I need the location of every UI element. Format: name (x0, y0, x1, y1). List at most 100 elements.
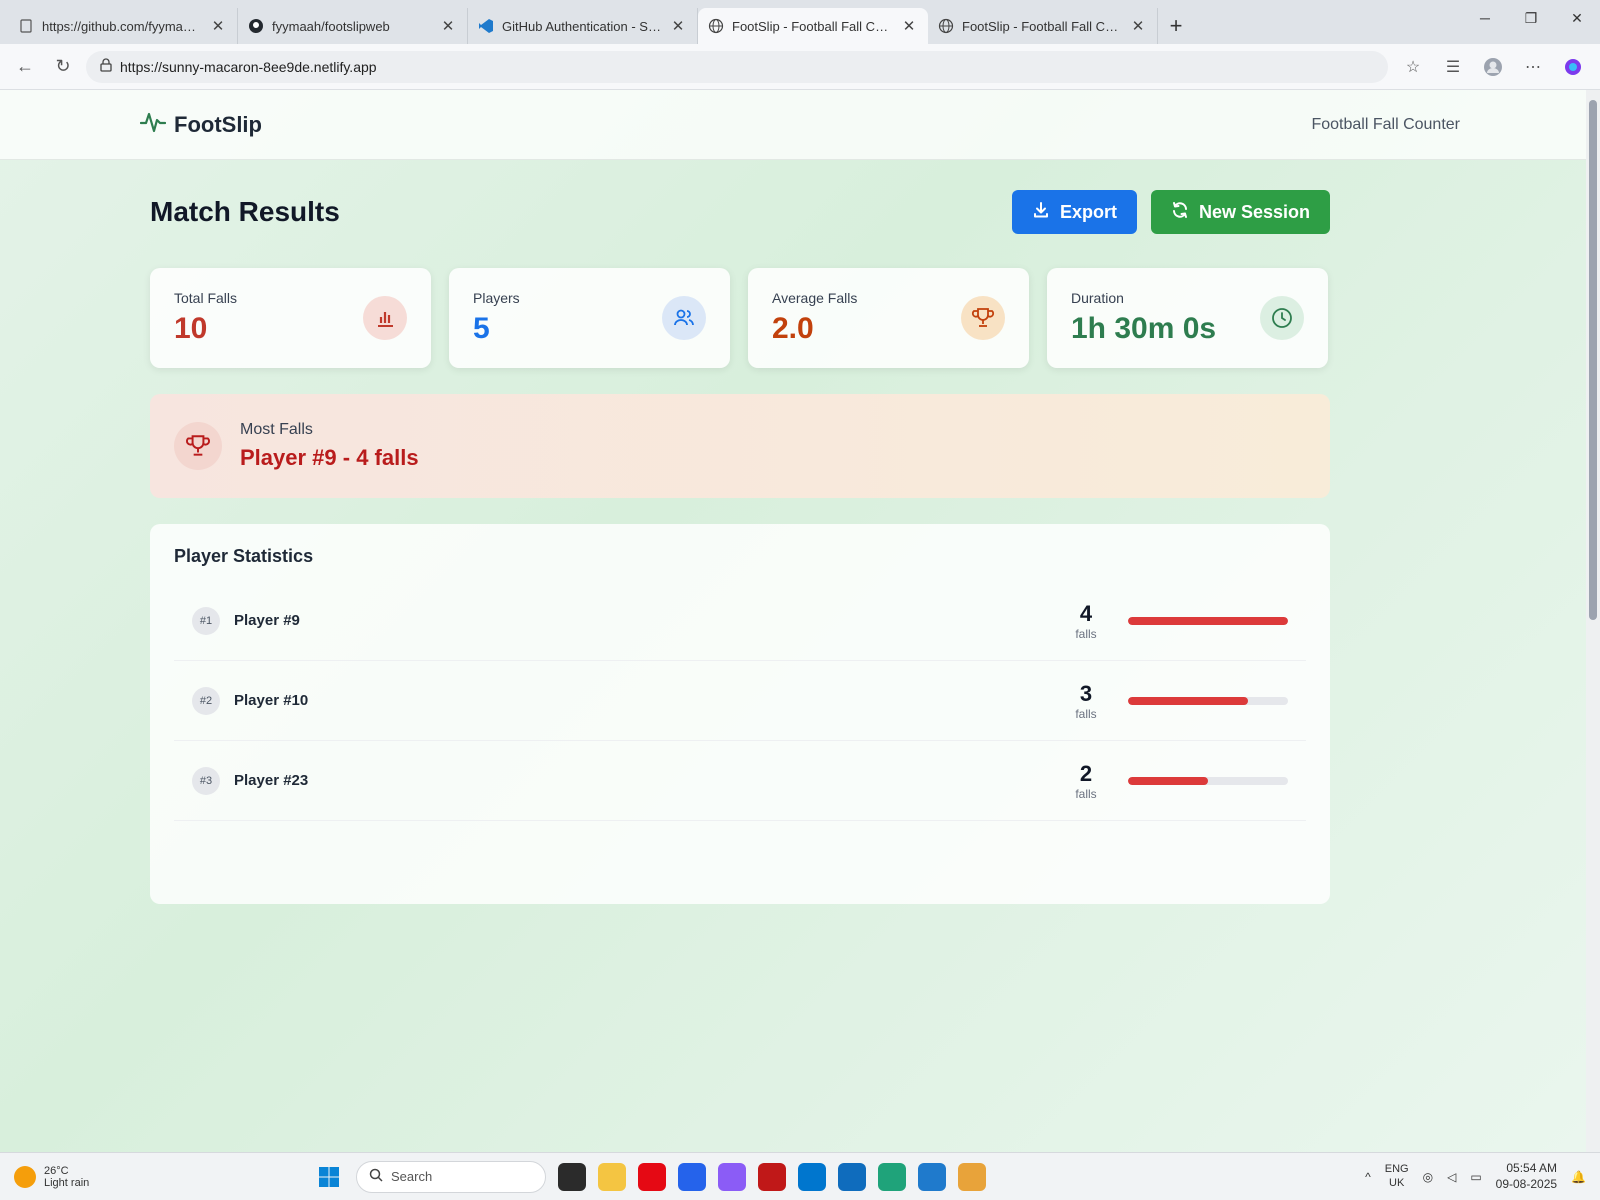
stat-label: Total Falls (174, 290, 238, 306)
globe-icon (938, 18, 954, 34)
close-icon[interactable]: ✕ (900, 17, 918, 35)
close-window-icon[interactable]: ✕ (1554, 0, 1600, 36)
rank-badge: #2 (192, 686, 220, 715)
browser-tab-4[interactable]: FootSlip - Football Fall Counter ✕ (698, 8, 928, 44)
player-row[interactable]: #2 Player #10 3 falls (174, 661, 1306, 741)
clock-date: 09-08-2025 (1495, 1176, 1558, 1191)
activity-icon (139, 109, 167, 141)
fall-bar (1128, 696, 1288, 705)
copilot-icon[interactable] (1556, 51, 1590, 83)
player-row[interactable]: #1 Player #9 4 falls (174, 581, 1306, 661)
most-falls-label: Most Falls (240, 421, 313, 438)
clock-time: 05:54 AM (1506, 1160, 1558, 1175)
page-icon (18, 18, 34, 34)
browser-tab-5[interactable]: FootSlip - Football Fall Counter ✕ (928, 8, 1158, 44)
edge-icon[interactable] (878, 1162, 906, 1191)
users-icon (662, 296, 706, 340)
new-tab-button[interactable]: + (1158, 8, 1194, 44)
fall-count: 4 falls (1066, 601, 1106, 641)
copilot-app-icon[interactable] (718, 1162, 746, 1191)
app-navbar: FootSlip Football Fall Counter (0, 90, 1600, 160)
chevron-up-icon[interactable]: ^ (1365, 1170, 1371, 1184)
weather-widget[interactable]: 26°C Light rain (14, 1165, 314, 1189)
search-icon (369, 1168, 383, 1185)
system-tray: ^ ENG UK ◎ ◁ ▭ 05:54 AM 09-08-2025 🔔 (1365, 1161, 1586, 1192)
globe-icon (708, 18, 724, 34)
browser-tab-2[interactable]: fyymaah/footslipweb ✕ (238, 8, 468, 44)
browser-tab-3[interactable]: GitHub Authentication - Sign In ✕ (468, 8, 698, 44)
browser-tab-1[interactable]: https://github.com/fyymaah/foot ✕ (8, 8, 238, 44)
network-icon[interactable]: ◎ (1423, 1170, 1433, 1184)
netflix-icon[interactable] (638, 1162, 666, 1191)
player-name: Player #23 (234, 772, 309, 789)
language-indicator[interactable]: ENG UK (1385, 1163, 1409, 1189)
close-icon[interactable]: ✕ (209, 17, 227, 35)
close-icon[interactable]: ✕ (1129, 17, 1147, 35)
windows-start-icon[interactable] (314, 1162, 344, 1192)
new-session-button[interactable]: New Session (1150, 190, 1330, 234)
rank-badge: #1 (192, 606, 220, 635)
main-content: Match Results Export New Session Total F… (150, 190, 1330, 904)
export-label: Export (1059, 201, 1117, 222)
player-name: Player #10 (234, 692, 309, 709)
page-scrollbar[interactable] (1586, 90, 1600, 1152)
more-icon[interactable]: ⋯ (1516, 51, 1550, 83)
minimize-icon[interactable]: ─ (1462, 0, 1508, 36)
taskbar-search[interactable]: Search (356, 1160, 546, 1193)
player-row[interactable]: #3 Player #23 2 falls (174, 741, 1306, 821)
refresh-icon[interactable]: ↻ (48, 52, 78, 82)
url-field[interactable]: https://sunny-macaron-8ee9de.netlify.app (86, 50, 1388, 83)
star-icon[interactable]: ☆ (1396, 51, 1430, 83)
clock[interactable]: 05:54 AM 09-08-2025 (1496, 1161, 1557, 1192)
web-page: FootSlip Football Fall Counter Match Res… (0, 90, 1600, 1152)
mcafee-icon[interactable] (758, 1162, 786, 1191)
file-explorer-icon[interactable] (598, 1162, 626, 1191)
scrollbar-thumb[interactable] (1589, 100, 1597, 620)
tab-title: https://github.com/fyymaah/foot (42, 18, 201, 34)
dell-icon[interactable] (798, 1162, 826, 1191)
trophy-icon (961, 296, 1005, 340)
fall-count: 3 falls (1066, 681, 1106, 721)
refresh-icon (1171, 201, 1189, 224)
close-icon[interactable]: ✕ (439, 17, 457, 35)
stat-card-duration: Duration 1h 30m 0s (1047, 268, 1328, 368)
most-falls-card: Most Falls Player #9 - 4 falls (150, 394, 1330, 498)
stat-card-average-falls: Average Falls 2.0 (748, 268, 1029, 368)
weather-desc: Light rain (44, 1176, 90, 1189)
window-controls: ─ ❐ ✕ (1462, 0, 1600, 36)
url-text: https://sunny-macaron-8ee9de.netlify.app (120, 58, 377, 75)
tab-title: FootSlip - Football Fall Counter (962, 18, 1121, 34)
brand[interactable]: FootSlip (139, 109, 262, 141)
volume-icon[interactable]: ◁ (1447, 1170, 1456, 1184)
trophy-icon (174, 422, 222, 470)
stat-value: 5 (473, 312, 490, 345)
stat-value: 1h 30m 0s (1071, 312, 1217, 345)
most-falls-value: Player #9 - 4 falls (240, 445, 419, 470)
notification-icon[interactable]: 🔔 (1571, 1170, 1586, 1184)
fall-count-unit: falls (1075, 706, 1097, 721)
stat-card-players: Players 5 (449, 268, 730, 368)
taskbar: 26°C Light rain Search ^ ENG UK ◎ ◁ ▭ 05… (0, 1152, 1600, 1200)
taskbar-apps: Search (314, 1160, 1365, 1193)
fall-count-number: 3 (1079, 680, 1093, 706)
favorites-icon[interactable]: ☰ (1436, 51, 1470, 83)
stat-value: 2.0 (772, 312, 814, 345)
fall-count-number: 2 (1079, 760, 1093, 786)
task-view-icon[interactable] (558, 1162, 586, 1191)
weather-icon (14, 1165, 36, 1188)
battery-icon[interactable]: ▭ (1470, 1170, 1481, 1184)
vscode-app-icon[interactable] (918, 1162, 946, 1191)
tab-title: FootSlip - Football Fall Counter (732, 18, 892, 34)
back-icon[interactable]: ← (10, 52, 40, 82)
close-icon[interactable]: ✕ (669, 17, 687, 35)
player-statistics-panel: Player Statistics #1 Player #9 4 falls #… (150, 524, 1330, 904)
browser-toolbar: ☆ ☰ ⋯ (1396, 51, 1590, 83)
maximize-icon[interactable]: ❐ (1508, 0, 1554, 36)
tab-title: fyymaah/footslipweb (272, 18, 390, 34)
store-icon[interactable] (678, 1162, 706, 1191)
export-button[interactable]: Export (1011, 190, 1137, 234)
outlook-icon[interactable] (838, 1162, 866, 1191)
stat-value: 10 (174, 312, 208, 345)
chrome-icon[interactable] (958, 1162, 986, 1191)
profile-icon[interactable] (1476, 51, 1510, 83)
